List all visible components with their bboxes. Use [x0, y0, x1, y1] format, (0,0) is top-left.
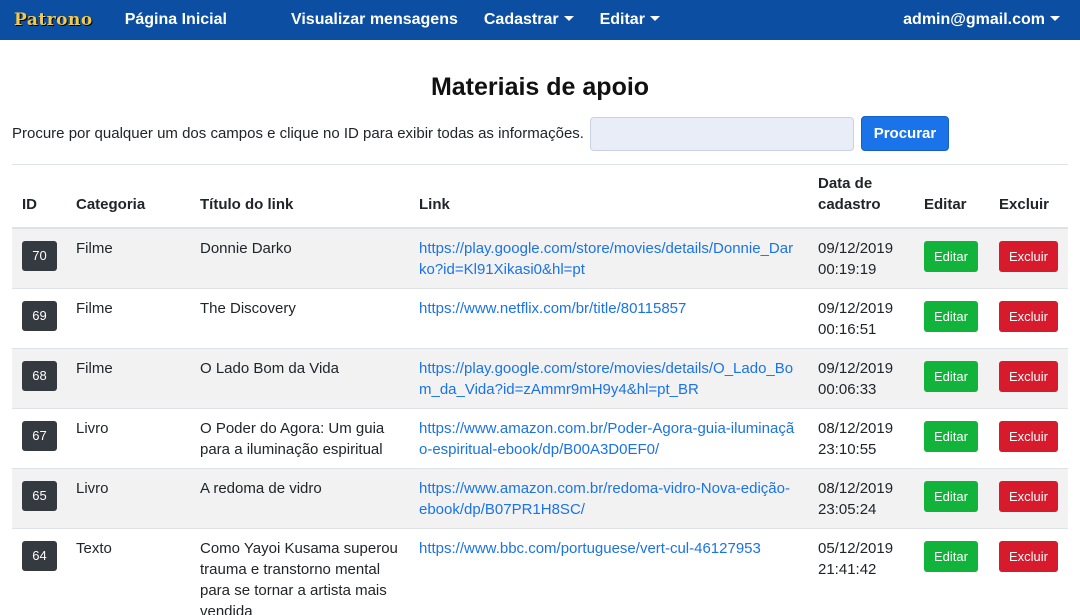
id-badge[interactable]: 65 — [22, 481, 57, 511]
materials-table-container: ID Categoria Título do link Link Data de… — [12, 164, 1068, 615]
id-badge[interactable]: 68 — [22, 361, 57, 391]
id-badge[interactable]: 70 — [22, 241, 57, 271]
delete-button[interactable]: Excluir — [999, 481, 1059, 512]
delete-button[interactable]: Excluir — [999, 421, 1059, 452]
page-title: Materiais de apoio — [430, 73, 650, 101]
date-cell: 05/12/2019 21:41:42 — [808, 528, 914, 615]
date-cell: 09/12/2019 00:19:19 — [808, 227, 914, 289]
header-title: Título do link — [190, 165, 409, 229]
link-url[interactable]: https://www.amazon.com.br/Poder-Agora-gu… — [419, 420, 794, 458]
caret-down-icon — [649, 16, 660, 21]
date-cell: 08/12/2019 23:05:24 — [808, 468, 914, 529]
header-delete: Excluir — [989, 165, 1068, 229]
date-cell: 09/12/2019 00:16:51 — [808, 288, 914, 349]
table-row: 67 Livro O Poder do Agora: Um guia para … — [12, 408, 1068, 469]
table-row: 70 Filme Donnie Darko https://play.googl… — [12, 227, 1068, 289]
search-input[interactable] — [589, 116, 854, 151]
title-cell: A redoma de vidro — [190, 468, 409, 529]
date-cell: 08/12/2019 23:10:55 — [808, 408, 914, 469]
table-row: 69 Filme The Discovery https://www.netfl… — [12, 288, 1068, 349]
nav-register-label: Cadastrar — [483, 11, 559, 28]
table-row: 65 Livro A redoma de vidro https://www.a… — [12, 468, 1068, 529]
id-badge[interactable]: 67 — [22, 421, 57, 451]
id-badge[interactable]: 69 — [22, 301, 57, 331]
header-date: Data de cadastro — [808, 165, 914, 229]
brand-logo[interactable]: Patrono — [14, 10, 93, 30]
edit-button[interactable]: Editar — [924, 301, 978, 332]
category-cell: Livro — [66, 468, 190, 529]
caret-down-icon — [1050, 16, 1060, 21]
edit-button[interactable]: Editar — [924, 241, 978, 272]
title-cell: The Discovery — [190, 288, 409, 349]
edit-button[interactable]: Editar — [924, 361, 978, 392]
search-bar: Procure por qualquer um dos campos e cli… — [12, 116, 1080, 151]
title-cell: O Poder do Agora: Um guia para a ilumina… — [190, 408, 409, 469]
delete-button[interactable]: Excluir — [999, 241, 1059, 272]
top-navbar: Patrono Página Inicial Visualizar mensag… — [0, 0, 1080, 40]
table-row: 64 Texto Como Yayoi Kusama superou traum… — [12, 528, 1068, 615]
caret-down-icon — [563, 16, 574, 21]
link-url[interactable]: https://play.google.com/store/movies/det… — [419, 240, 793, 278]
table-header-row: ID Categoria Título do link Link Data de… — [12, 165, 1068, 229]
edit-button[interactable]: Editar — [924, 541, 978, 572]
title-cell: Donnie Darko — [190, 227, 409, 289]
nav-register-dropdown[interactable]: Cadastrar — [484, 11, 574, 29]
nav-user-label: admin@gmail.com — [903, 11, 1045, 28]
header-id: ID — [12, 165, 66, 229]
category-cell: Livro — [66, 408, 190, 469]
delete-button[interactable]: Excluir — [999, 361, 1059, 392]
search-instructions: Procure por qualquer um dos campos e cli… — [12, 125, 584, 142]
title-cell: O Lado Bom da Vida — [190, 348, 409, 409]
date-cell: 09/12/2019 00:06:33 — [808, 348, 914, 409]
category-cell: Filme — [66, 227, 190, 289]
table-row: 68 Filme O Lado Bom da Vida https://play… — [12, 348, 1068, 409]
header-category: Categoria — [66, 165, 190, 229]
delete-button[interactable]: Excluir — [999, 301, 1059, 332]
link-url[interactable]: https://www.amazon.com.br/redoma-vidro-N… — [419, 480, 790, 518]
category-cell: Filme — [66, 288, 190, 349]
edit-button[interactable]: Editar — [924, 481, 978, 512]
nav-edit-dropdown[interactable]: Editar — [600, 11, 660, 29]
header-edit: Editar — [914, 165, 989, 229]
search-button[interactable]: Procurar — [860, 116, 949, 151]
delete-button[interactable]: Excluir — [999, 541, 1059, 572]
nav-user-dropdown[interactable]: admin@gmail.com — [903, 11, 1060, 29]
nav-edit-label: Editar — [599, 11, 645, 28]
materials-table: ID Categoria Título do link Link Data de… — [12, 165, 1068, 615]
nav-view-messages[interactable]: Visualizar mensagens — [291, 11, 458, 29]
link-url[interactable]: https://www.netflix.com/br/title/8011585… — [419, 300, 686, 317]
edit-button[interactable]: Editar — [924, 421, 978, 452]
header-link: Link — [409, 165, 808, 229]
category-cell: Filme — [66, 348, 190, 409]
title-cell: Como Yayoi Kusama superou trauma e trans… — [190, 528, 409, 615]
id-badge[interactable]: 64 — [22, 541, 57, 571]
nav-home[interactable]: Página Inicial — [125, 11, 227, 29]
category-cell: Texto — [66, 528, 190, 615]
link-url[interactable]: https://www.bbc.com/portuguese/vert-cul-… — [419, 540, 761, 557]
link-url[interactable]: https://play.google.com/store/movies/det… — [419, 360, 793, 398]
